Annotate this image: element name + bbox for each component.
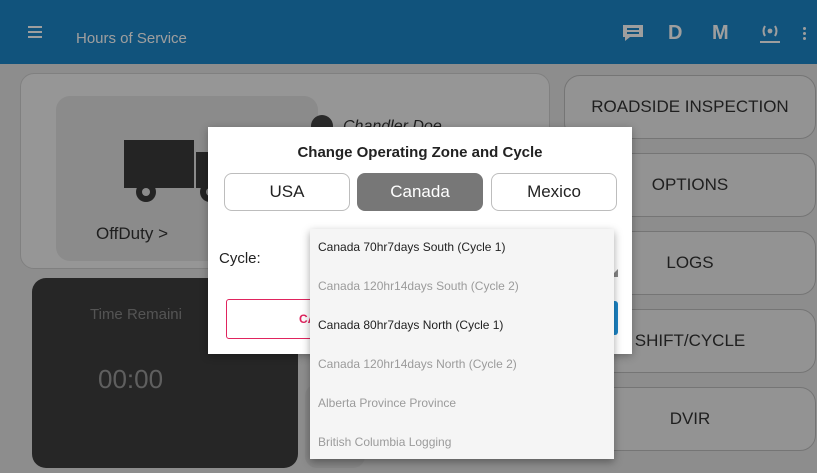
cycle-option[interactable]: Canada 70hr7days South (Cycle 1) [318, 240, 505, 254]
cycle-option: Alberta Province Province [318, 396, 457, 410]
zone-usa-button[interactable]: USA [224, 173, 350, 211]
zone-mexico-button[interactable]: Mexico [491, 173, 617, 211]
zone-canada-button[interactable]: Canada [357, 173, 483, 211]
cycle-dropdown: Canada 70hr7days South (Cycle 1) Canada … [310, 229, 614, 459]
cycle-label: Cycle: [219, 250, 261, 267]
cycle-option[interactable]: Canada 80hr7days North (Cycle 1) [318, 318, 503, 332]
dialog-title: Change Operating Zone and Cycle [297, 144, 543, 161]
cycle-option: Canada 120hr14days North (Cycle 2) [318, 357, 517, 371]
cancel-button[interactable]: CA [226, 299, 322, 339]
cycle-option: British Columbia Logging [318, 435, 452, 449]
cycle-option: Canada 120hr14days South (Cycle 2) [318, 279, 519, 293]
